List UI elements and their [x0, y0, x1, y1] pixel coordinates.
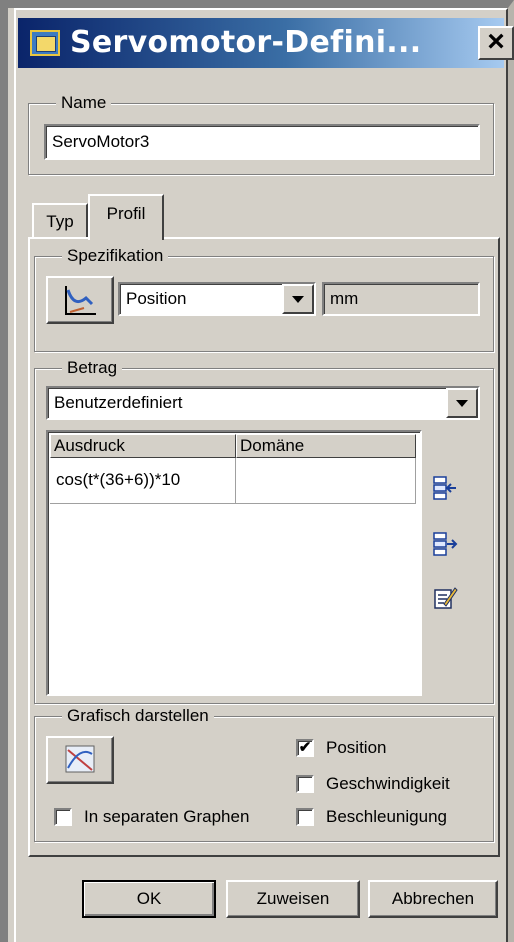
- title-bar[interactable]: Servomotor-Defini... ×: [18, 18, 514, 68]
- betrag-label: Betrag: [62, 358, 123, 378]
- betrag-dropdown-arrow[interactable]: [446, 388, 478, 418]
- tab-typ[interactable]: Typ: [32, 203, 88, 237]
- graph-plot-icon: [65, 745, 95, 773]
- checkbox-geschwindigkeit[interactable]: [296, 775, 314, 793]
- apply-button[interactable]: Zuweisen: [226, 880, 360, 918]
- tab-typ-label: Typ: [46, 212, 74, 231]
- insert-row-icon[interactable]: [432, 474, 458, 500]
- betrag-select[interactable]: Benutzerdefiniert: [46, 386, 480, 420]
- spec-profile-button[interactable]: [46, 276, 114, 324]
- checkbox-separate-graphs-label: In separaten Graphen: [84, 807, 250, 826]
- table-cell-domaene[interactable]: [236, 458, 416, 504]
- unit-field: mm: [322, 282, 480, 316]
- motion-profile-icon: [65, 286, 96, 315]
- tab-profil[interactable]: Profil: [88, 194, 164, 240]
- window-title: Servomotor-Defini...: [70, 25, 422, 60]
- append-row-icon[interactable]: [432, 530, 458, 556]
- spec-dropdown-arrow[interactable]: [282, 284, 314, 314]
- checkbox-geschwindigkeit-label: Geschwindigkeit: [326, 774, 450, 793]
- grafisch-label: Grafisch darstellen: [62, 706, 214, 726]
- graph-button[interactable]: [46, 736, 114, 784]
- tab-profil-label: Profil: [106, 204, 146, 223]
- spec-select-value: Position: [126, 289, 187, 308]
- name-group-label: Name: [56, 93, 112, 113]
- checkbox-position[interactable]: ✔: [296, 739, 314, 757]
- name-input[interactable]: ServoMotor3: [44, 124, 480, 160]
- expression-table[interactable]: Ausdruck Domäne cos(t*(36+6))*10: [46, 430, 422, 696]
- spezifikation-label: Spezifikation: [62, 246, 169, 266]
- table-cell-ausdruck[interactable]: cos(t*(36+6))*10: [50, 458, 236, 504]
- ok-button[interactable]: OK: [82, 880, 216, 918]
- column-header-domaene[interactable]: Domäne: [236, 434, 416, 458]
- edit-expression-icon[interactable]: [432, 584, 458, 610]
- checkbox-position-label: Position: [326, 738, 387, 757]
- checkbox-beschleunigung[interactable]: [296, 808, 314, 826]
- close-button[interactable]: ×: [478, 26, 514, 60]
- window-app-icon: [30, 30, 60, 56]
- checkbox-beschleunigung-label: Beschleunigung: [326, 807, 447, 826]
- betrag-select-value: Benutzerdefiniert: [54, 393, 183, 412]
- column-header-ausdruck[interactable]: Ausdruck: [50, 434, 236, 458]
- cancel-button[interactable]: Abbrechen: [368, 880, 498, 918]
- checkbox-separate-graphs[interactable]: [54, 808, 72, 826]
